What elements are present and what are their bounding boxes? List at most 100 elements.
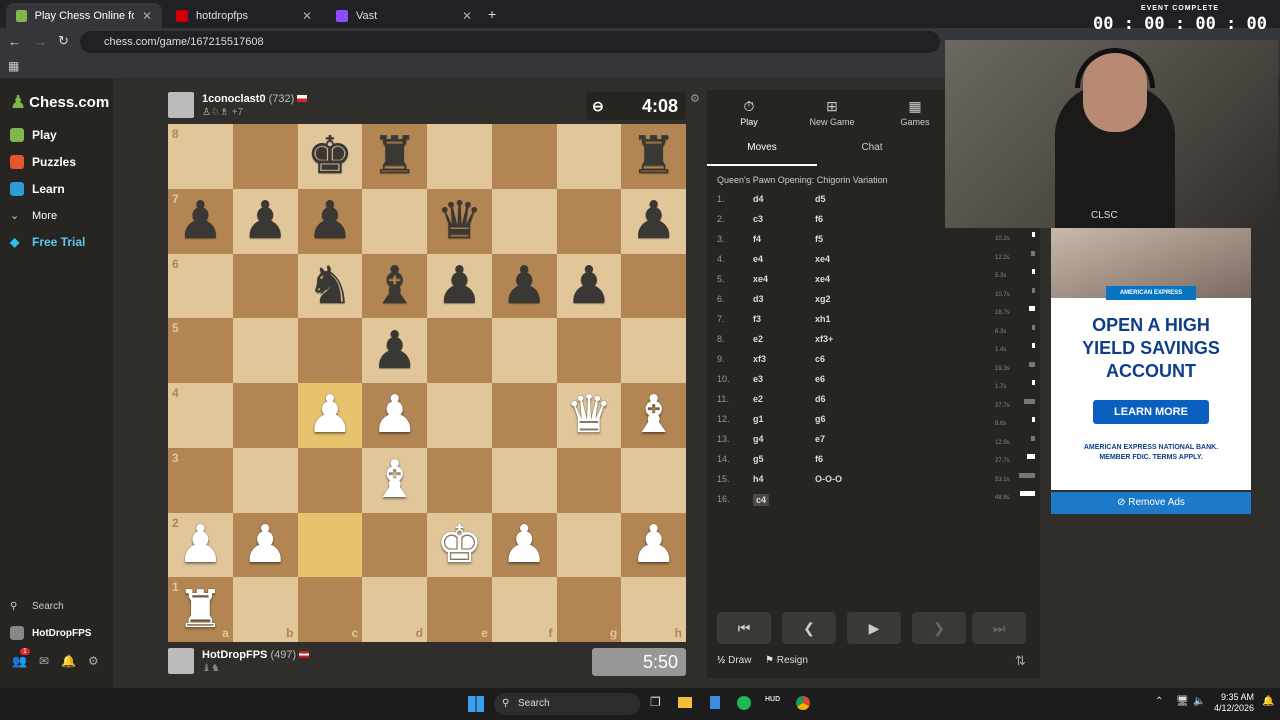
square-h8[interactable]: ♜ <box>621 124 686 189</box>
black-move[interactable]: f5 <box>815 234 823 244</box>
white-bishop-icon[interactable]: ♝ <box>630 389 677 441</box>
square-b8[interactable] <box>232 124 298 189</box>
tab-hotdropfps[interactable]: hotdropfps ✕ <box>166 3 322 28</box>
ad-cta-button[interactable]: LEARN MORE <box>1093 400 1209 424</box>
white-move[interactable]: e2 <box>753 394 763 404</box>
square-g1[interactable]: g <box>556 577 622 642</box>
tray-chevron-icon[interactable]: ⌃ <box>1155 696 1163 707</box>
black-move[interactable]: e6 <box>815 374 825 384</box>
square-d3[interactable]: ♝ <box>362 447 427 513</box>
avatar[interactable] <box>168 92 194 118</box>
black-move[interactable]: xe4 <box>815 274 830 284</box>
forward-icon[interactable]: → <box>34 34 47 49</box>
white-move[interactable]: e2 <box>753 334 763 344</box>
square-a4[interactable]: 4 <box>168 383 233 448</box>
settings-gear-icon[interactable]: ⚙ <box>690 92 700 105</box>
notepad-icon[interactable] <box>710 696 720 709</box>
sidebar-item-play[interactable]: Play <box>10 128 57 142</box>
close-icon[interactable]: ✕ <box>302 9 312 23</box>
square-a6[interactable]: 6 <box>168 253 233 319</box>
square-g6[interactable]: ♟ <box>556 253 622 319</box>
white-pawn-icon[interactable]: ♟ <box>242 519 289 571</box>
square-f4[interactable] <box>491 383 557 448</box>
square-b7[interactable]: ♟ <box>232 188 298 254</box>
black-move[interactable]: f6 <box>815 454 823 464</box>
black-pawn-icon[interactable]: ♟ <box>242 195 289 247</box>
sidebar-user[interactable]: HotDropFPS <box>10 626 91 640</box>
url-field[interactable]: chess.com/game/167215517608 <box>80 31 940 53</box>
square-h1[interactable]: h <box>621 577 686 642</box>
back-icon[interactable]: ← <box>8 34 21 49</box>
black-move[interactable]: O-O-O <box>815 474 842 484</box>
black-rook-icon[interactable]: ♜ <box>371 130 418 182</box>
square-g7[interactable] <box>556 188 622 254</box>
square-f7[interactable] <box>491 188 557 254</box>
tab-chess[interactable]: Play Chess Online for FREE - 2 P ✕ <box>6 3 162 28</box>
square-g8[interactable] <box>556 124 622 189</box>
clock-area[interactable]: 9:35 AM 4/12/2026 <box>1212 692 1254 714</box>
white-move[interactable]: d3 <box>753 294 764 304</box>
sidebar-item-free-trial[interactable]: ◆ Free Trial <box>10 235 85 249</box>
chesscom-logo[interactable]: ♟ Chess.com <box>10 92 109 113</box>
network-icon[interactable]: 🖥 <box>1176 696 1189 707</box>
taskbar-search[interactable]: ⚲ Search <box>494 693 640 715</box>
draw-button[interactable]: ½ Draw <box>717 655 751 666</box>
tab-vast[interactable]: Vast ✕ <box>326 3 482 28</box>
square-d8[interactable]: ♜ <box>362 124 427 189</box>
white-move[interactable]: f3 <box>753 314 761 324</box>
square-c2[interactable] <box>297 512 363 578</box>
black-king-icon[interactable]: ♚ <box>307 130 354 182</box>
black-bishop-icon[interactable]: ♝ <box>371 260 418 312</box>
black-move[interactable]: d5 <box>815 194 826 204</box>
black-move[interactable]: xe4 <box>815 254 830 264</box>
square-c4[interactable]: ♟ <box>297 383 363 448</box>
white-move[interactable]: e4 <box>753 254 763 264</box>
close-icon[interactable]: ✕ <box>142 9 152 23</box>
square-g5[interactable] <box>556 318 622 383</box>
black-move[interactable]: d6 <box>815 394 826 404</box>
white-move[interactable]: xf3 <box>753 354 766 364</box>
first-move-button[interactable]: ⏮ <box>717 612 771 644</box>
square-f2[interactable]: ♟ <box>491 512 557 578</box>
black-move[interactable]: f6 <box>815 214 823 224</box>
square-e8[interactable] <box>427 124 492 189</box>
square-g2[interactable] <box>556 512 622 578</box>
flip-board-icon[interactable]: ⇅ <box>1015 653 1026 669</box>
white-move[interactable]: h4 <box>753 474 764 484</box>
square-e7[interactable]: ♛ <box>427 188 492 254</box>
square-e6[interactable]: ♟ <box>427 253 492 319</box>
square-f5[interactable] <box>491 318 557 383</box>
square-d4[interactable]: ♟ <box>362 383 427 448</box>
close-icon[interactable]: ✕ <box>462 9 472 23</box>
square-h5[interactable] <box>621 318 686 383</box>
white-move[interactable]: c3 <box>753 214 763 224</box>
previous-move-button[interactable]: ❮ <box>782 612 836 644</box>
square-b2[interactable]: ♟ <box>232 512 298 578</box>
square-b1[interactable]: b <box>232 577 298 642</box>
square-g4[interactable]: ♛ <box>556 383 622 448</box>
next-move-button[interactable]: ❯ <box>912 612 966 644</box>
sidebar-item-learn[interactable]: Learn <box>10 182 65 196</box>
square-e2[interactable]: ♚ <box>427 512 492 578</box>
sidebar-item-puzzles[interactable]: Puzzles <box>10 155 76 169</box>
square-e4[interactable] <box>427 383 492 448</box>
square-a2[interactable]: ♟ 2 <box>168 512 233 578</box>
square-d2[interactable] <box>362 512 427 578</box>
black-rook-icon[interactable]: ♜ <box>630 130 677 182</box>
square-d6[interactable]: ♝ <box>362 253 427 319</box>
sidebar-search[interactable]: ⚲ Search <box>10 601 64 612</box>
square-a5[interactable]: 5 <box>168 318 233 383</box>
gear-icon[interactable]: ⚙ <box>88 654 99 668</box>
black-move[interactable]: xh1 <box>815 314 831 324</box>
square-b4[interactable] <box>232 383 298 448</box>
player-name[interactable]: HotDropFPS <box>202 649 267 661</box>
white-pawn-icon[interactable]: ♟ <box>177 519 224 571</box>
white-move[interactable]: e3 <box>753 374 763 384</box>
black-move[interactable]: xg2 <box>815 294 831 304</box>
white-rook-icon[interactable]: ♜ <box>177 584 224 636</box>
square-e5[interactable] <box>427 318 492 383</box>
white-pawn-icon[interactable]: ♟ <box>630 519 677 571</box>
white-move[interactable]: g5 <box>753 454 764 464</box>
square-h3[interactable] <box>621 447 686 513</box>
square-b6[interactable] <box>232 253 298 319</box>
